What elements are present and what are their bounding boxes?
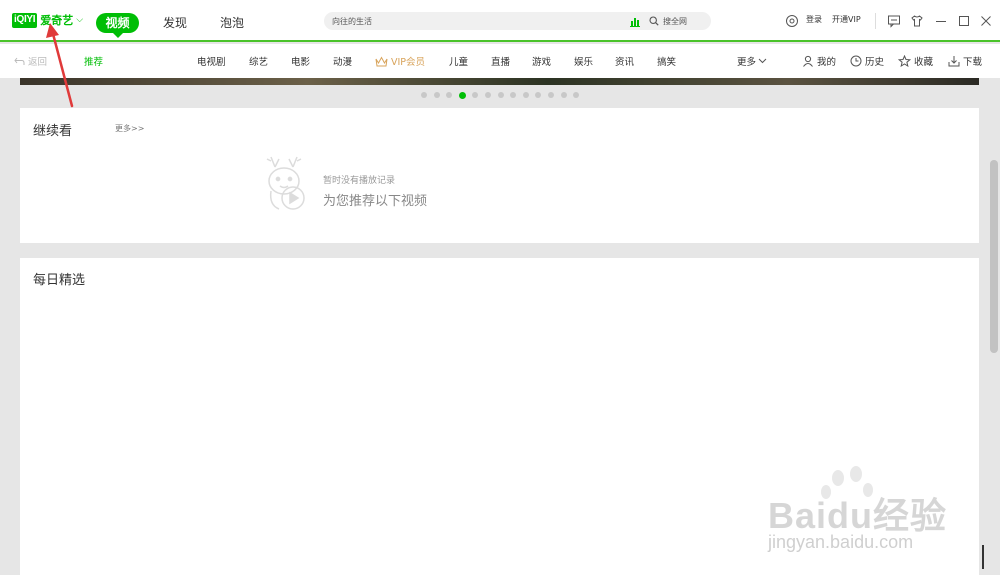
- nav-news[interactable]: 资讯: [615, 54, 634, 68]
- more-link[interactable]: 更多>>: [115, 123, 144, 134]
- chevron-down-icon: [758, 58, 767, 64]
- download-icon: [948, 56, 960, 67]
- search-bar: 搜全网: [324, 12, 711, 30]
- nav-history-label: 历史: [865, 57, 885, 68]
- nav-mine[interactable]: 我的: [802, 54, 836, 68]
- nav-history[interactable]: 历史: [850, 54, 884, 68]
- carousel-dot[interactable]: [458, 91, 466, 99]
- nav-games[interactable]: 游戏: [532, 54, 551, 68]
- back-arrow-icon: [14, 57, 25, 65]
- empty-message: 暂时没有播放记录: [323, 176, 396, 186]
- message-icon[interactable]: [887, 14, 901, 28]
- carousel-dot[interactable]: [446, 92, 453, 98]
- iqiyi-logo-mark: iQIYI: [12, 12, 38, 28]
- annotation-arrow-icon: [46, 23, 74, 108]
- search-input[interactable]: [332, 14, 612, 28]
- nav-more[interactable]: 更多: [737, 54, 770, 68]
- search-button-label: 搜全网: [663, 16, 687, 26]
- star-icon: [898, 55, 911, 67]
- search-button[interactable]: 搜全网: [649, 14, 687, 28]
- close-icon[interactable]: [979, 14, 993, 28]
- continue-watching-title: 继续看: [33, 124, 73, 139]
- tab-bubble[interactable]: 泡泡: [219, 13, 245, 33]
- tab-video[interactable]: 视频: [96, 13, 139, 38]
- nav-favorites[interactable]: 收藏: [898, 54, 933, 68]
- text-cursor: [982, 545, 984, 569]
- crown-icon: [375, 55, 388, 66]
- carousel-dot[interactable]: [497, 92, 504, 98]
- hero-banner-image[interactable]: [20, 78, 979, 85]
- carousel-dot[interactable]: [535, 92, 542, 98]
- carousel-dots: [421, 91, 586, 99]
- carousel-dot[interactable]: [522, 92, 529, 98]
- login-link[interactable]: 登录: [806, 14, 822, 25]
- nav-download-label: 下载: [963, 57, 983, 68]
- nav-vip[interactable]: VIP会员: [375, 54, 425, 68]
- watermark-url: jingyan.baidu.com: [768, 532, 914, 552]
- hot-chart-icon[interactable]: [629, 15, 641, 27]
- nav-funny[interactable]: 搞笑: [657, 54, 676, 68]
- title-bar: iQIYI 爱奇艺 ⌵ 视频 发现 泡泡 搜全网 登录 开通VIP: [0, 0, 1000, 42]
- empty-recommend-message: 为您推荐以下视频: [323, 194, 428, 209]
- open-vip-link[interactable]: 开通VIP: [832, 14, 861, 25]
- minimize-icon[interactable]: [934, 14, 948, 28]
- maximize-icon[interactable]: [957, 14, 971, 28]
- nav-kids[interactable]: 儿童: [449, 54, 468, 68]
- carousel-dot[interactable]: [472, 92, 479, 98]
- clock-icon: [850, 55, 862, 67]
- category-nav: 返回 推荐 电视剧 综艺 电影 动漫 VIP会员 儿童 直播 游戏 娱乐 资讯 …: [0, 44, 1000, 78]
- search-icon: [649, 16, 659, 26]
- settings-icon[interactable]: [785, 14, 799, 28]
- nav-download[interactable]: 下载: [948, 54, 982, 68]
- tab-discover[interactable]: 发现: [162, 13, 188, 33]
- nav-anime[interactable]: 动漫: [333, 54, 352, 68]
- nav-entertainment[interactable]: 娱乐: [574, 54, 593, 68]
- empty-history-mascot-icon: [266, 156, 305, 210]
- nav-favorites-label: 收藏: [914, 57, 934, 68]
- daily-picks-title: 每日精选: [33, 273, 86, 288]
- carousel-dot[interactable]: [547, 92, 554, 98]
- carousel-dot[interactable]: [510, 92, 517, 98]
- carousel-dot[interactable]: [560, 92, 567, 98]
- skin-icon[interactable]: [910, 14, 924, 28]
- carousel-dot[interactable]: [484, 92, 491, 98]
- nav-movie[interactable]: 电影: [291, 54, 310, 68]
- carousel-dot[interactable]: [433, 92, 440, 98]
- nav-tv-series[interactable]: 电视剧: [197, 54, 226, 68]
- nav-variety[interactable]: 综艺: [249, 54, 268, 68]
- continue-watching-section: 继续看 更多>> 暂时没有播放记录 为您推荐以下视频: [20, 108, 979, 243]
- nav-mine-label: 我的: [817, 57, 837, 68]
- nav-live[interactable]: 直播: [491, 54, 510, 68]
- divider: [875, 13, 876, 29]
- carousel-dot[interactable]: [573, 92, 580, 98]
- nav-vip-label: VIP会员: [391, 57, 426, 68]
- scrollbar-thumb[interactable]: [990, 160, 998, 353]
- carousel-dot[interactable]: [421, 92, 427, 98]
- user-icon: [803, 55, 813, 67]
- nav-more-label: 更多: [737, 57, 757, 68]
